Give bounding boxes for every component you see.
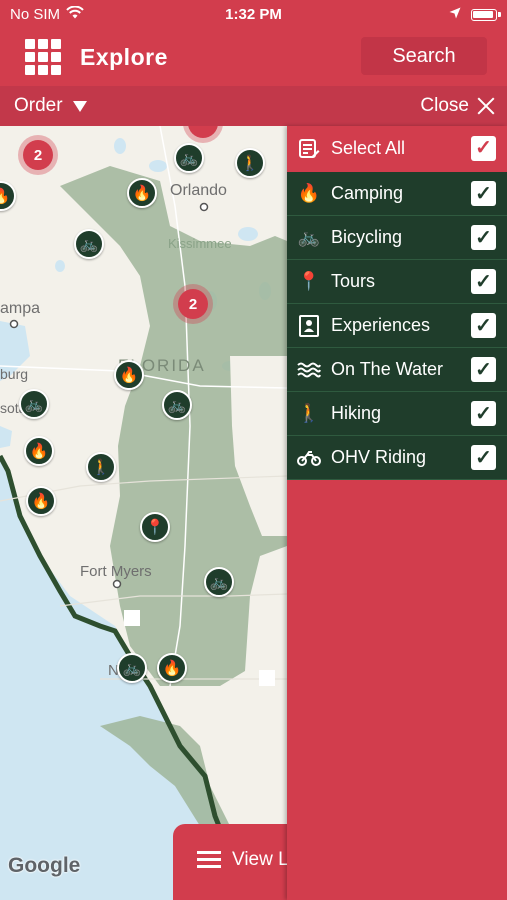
hiker-pin[interactable]: 🚶 [86,452,116,482]
hiker-pin[interactable]: 🚶 [235,148,265,178]
filter-checkbox[interactable]: ✓ [471,269,496,294]
bicycle-pin[interactable]: 🚲 [162,390,192,420]
select-all-checkbox[interactable]: ✓ [471,135,496,161]
map-pin-route-icon: 📍 [297,271,321,291]
triangle-down-icon [72,101,87,112]
search-button[interactable]: Search [361,37,487,75]
bicycle-pin[interactable]: 🚲 [117,653,147,683]
bicycle-icon: 🚲 [297,227,321,247]
filter-label: Experiences [331,315,431,335]
menu-grid-icon[interactable] [25,39,61,75]
filter-checkbox[interactable]: ✓ [471,313,496,338]
app-header: No SIM 1:32 PM Explore Search [0,0,507,86]
view-list-button[interactable]: View List [173,824,308,900]
select-all-label: Select All [331,137,406,158]
experience-badge-icon [296,313,322,339]
map-label-fort-myers: Fort Myers [80,563,152,580]
hiker-icon: 🚶 [297,403,321,423]
close-label: Close [420,95,469,116]
filter-label: On The Water [331,359,444,379]
clock: 1:32 PM [225,6,282,23]
filter-row-bicycling[interactable]: 🚲 Bicycling ✓ [287,216,507,260]
page-title: Explore [80,44,168,70]
filter-label: Tours [331,271,376,291]
filter-row-camping[interactable]: 🔥 Camping ✓ [287,172,507,216]
bicycle-pin[interactable]: 🚲 [204,567,234,597]
clipboard-edit-icon [296,135,322,161]
filter-panel: Select All ✓ 🔥 Camping ✓ 🚲 Bicycling ✓ 📍… [287,126,507,900]
filter-label: Bicycling [331,227,403,247]
cluster-marker[interactable]: 2 [178,289,208,319]
filter-label: Camping [331,183,404,203]
filter-row-ohv-riding[interactable]: OHV Riding ✓ [287,436,507,480]
campfire-pin[interactable]: 🔥 [26,486,56,516]
filter-row-experiences[interactable]: Experiences ✓ [287,304,507,348]
filter-row-on-the-water[interactable]: On The Water ✓ [287,348,507,392]
filter-checkbox[interactable]: ✓ [471,445,496,470]
map-label-kissimmee: Kissimmee [168,236,232,251]
filter-checkbox[interactable]: ✓ [471,225,496,250]
map-pin-pin[interactable]: 📍 [140,512,170,542]
filter-label: OHV Riding [331,447,427,467]
map-label-tampa: ampa [0,300,41,317]
select-all-row[interactable]: Select All ✓ [287,126,507,170]
campfire-icon: 🔥 [297,183,321,203]
filter-checkbox[interactable]: ✓ [471,181,496,206]
filter-label: Hiking [331,403,382,423]
bicycle-pin[interactable]: 🚲 [74,229,104,259]
atv-icon [296,445,322,471]
bicycle-pin[interactable]: 🚲 [19,389,49,419]
bicycle-pin[interactable]: 🚲 [174,143,204,173]
nav-header: Explore Search [0,30,507,86]
battery-icon [471,8,501,21]
filter-checkbox[interactable]: ✓ [471,357,496,382]
waves-icon [296,357,322,383]
order-bar: Order Close [0,86,507,126]
filter-row-tours[interactable]: 📍 Tours ✓ [287,260,507,304]
order-dropdown[interactable]: Order [14,95,87,117]
campfire-pin[interactable]: 🔥 [114,360,144,390]
close-button[interactable]: Close [420,95,495,117]
status-bar: No SIM 1:32 PM [0,0,507,28]
location-arrow-icon [449,6,461,23]
cluster-marker[interactable]: 2 [23,140,53,170]
filter-row-hiking[interactable]: 🚶 Hiking ✓ [287,392,507,436]
list-icon [197,851,221,872]
filter-checkbox[interactable]: ✓ [471,401,496,426]
google-attribution: Google [8,854,81,877]
order-label: Order [14,95,63,116]
campfire-pin[interactable]: 🔥 [127,178,157,208]
close-icon [477,97,495,115]
campfire-pin[interactable]: 🔥 [157,653,187,683]
map-label-burg: burg [0,366,29,382]
campfire-pin[interactable]: 🔥 [24,436,54,466]
map-label-orlando: Orlando [170,182,227,199]
